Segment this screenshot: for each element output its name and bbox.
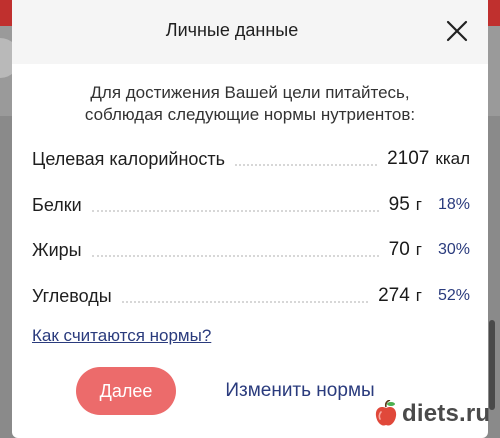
row-percent: 52%: [437, 287, 470, 304]
row-value: 274: [378, 285, 410, 306]
watermark-text: diets.ru: [402, 400, 491, 427]
row-value: 95: [388, 194, 410, 215]
row-unit: г: [415, 195, 422, 214]
close-icon: [446, 20, 468, 42]
row-label: Целевая калорийность: [32, 149, 226, 169]
intro-text: Для достижения Вашей цели питайтесь, соб…: [32, 82, 468, 126]
dotted-leader: [235, 163, 378, 166]
site-watermark: diets.ru: [374, 394, 490, 434]
row-unit: г: [415, 240, 422, 259]
row-percent: 18%: [437, 196, 470, 213]
dotted-leader: [91, 209, 379, 212]
row-percent: 30%: [437, 241, 470, 258]
row-value: 70: [388, 239, 410, 260]
close-button[interactable]: [442, 16, 472, 46]
personal-data-dialog: Личные данные Для достижения Вашей цели …: [12, 0, 488, 438]
row-unit: ккал: [435, 149, 470, 168]
change-norms-button[interactable]: Изменить нормы: [212, 367, 388, 415]
nutrient-row-protein: Белки 95 г 18%: [32, 190, 470, 216]
row-label: Белки: [32, 195, 82, 215]
row-label: Углеводы: [32, 286, 112, 306]
row-label: Жиры: [32, 240, 82, 260]
row-value: 2107: [387, 148, 430, 169]
nutrient-row-carbs: Углеводы 274 г 52%: [32, 281, 470, 307]
dotted-leader: [91, 254, 379, 257]
dialog-header: Личные данные: [12, 0, 488, 64]
dotted-leader: [121, 300, 369, 303]
dialog-title: Личные данные: [165, 20, 299, 40]
intro-line-2: соблюдая следующие нормы нутриентов:: [84, 105, 416, 124]
nutrient-row-calories: Целевая калорийность 2107 ккал: [32, 144, 470, 170]
intro-line-1: Для достижения Вашей цели питайтесь,: [90, 83, 410, 102]
apple-icon: [375, 400, 397, 426]
row-unit: г: [415, 286, 422, 305]
how-norms-calculated-link[interactable]: Как считаются нормы?: [32, 326, 211, 346]
next-button[interactable]: Далее: [76, 367, 176, 415]
nutrient-row-fat: Жиры 70 г 30%: [32, 235, 470, 261]
